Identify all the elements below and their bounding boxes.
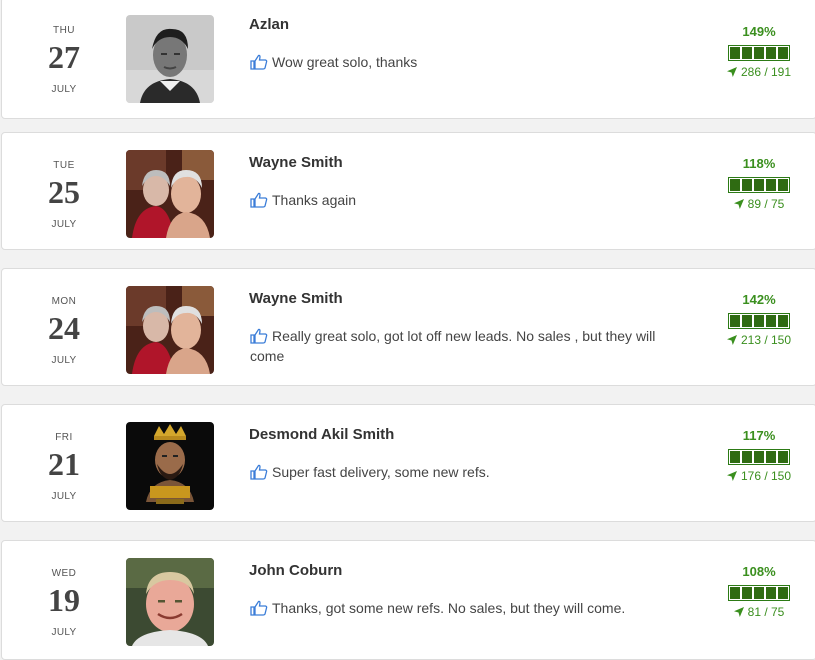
clicks-stat: 176 / 150 bbox=[724, 469, 794, 483]
comment: Super fast delivery, some new refs. bbox=[250, 462, 680, 482]
clicks-stat: 81 / 75 bbox=[724, 605, 794, 619]
day-of-week: FRI bbox=[55, 432, 73, 443]
day-number: 21 bbox=[48, 446, 80, 482]
rating-bar bbox=[728, 313, 790, 329]
comment-text: Really great solo, got lot off new leads… bbox=[250, 328, 656, 364]
date-block: WED 19 JULY bbox=[30, 541, 98, 638]
stats-block: 117% 176 / 150 bbox=[724, 428, 794, 483]
thumbs-up-icon bbox=[250, 600, 268, 616]
avatar[interactable] bbox=[126, 15, 214, 103]
month: JULY bbox=[51, 84, 77, 95]
month: JULY bbox=[51, 355, 77, 366]
day-number: 27 bbox=[48, 39, 80, 75]
stats-block: 149% 286 / 191 bbox=[724, 24, 794, 79]
comment: Really great solo, got lot off new leads… bbox=[250, 326, 680, 366]
date-block: MON 24 JULY bbox=[30, 269, 98, 366]
rating-bar bbox=[728, 177, 790, 193]
testimonial-card: TUE 25 JULY Wayne Smith Thanks again 118… bbox=[1, 132, 815, 250]
date-block: TUE 25 JULY bbox=[30, 133, 98, 230]
stats-block: 142% 213 / 150 bbox=[724, 292, 794, 347]
month: JULY bbox=[51, 219, 77, 230]
clicks-text: 176 / 150 bbox=[740, 469, 792, 483]
location-arrow-icon bbox=[726, 335, 737, 345]
testimonial-card: THU 27 JULY Azlan Wow great solo, thanks… bbox=[1, 0, 815, 119]
comment-text: Thanks again bbox=[272, 192, 357, 208]
month: JULY bbox=[51, 627, 77, 638]
comment: Thanks again bbox=[250, 190, 680, 210]
avatar[interactable] bbox=[126, 422, 214, 510]
avatar[interactable] bbox=[126, 286, 214, 374]
clicks-text: 213 / 150 bbox=[740, 333, 792, 347]
delivery-percent: 142% bbox=[742, 292, 776, 307]
clicks-stat: 286 / 191 bbox=[724, 65, 794, 79]
rating-bar bbox=[728, 449, 790, 465]
thumbs-up-icon bbox=[250, 464, 268, 480]
location-arrow-icon bbox=[726, 67, 737, 77]
date-block: THU 27 JULY bbox=[30, 0, 98, 95]
customer-name[interactable]: Desmond Akil Smith bbox=[249, 426, 394, 443]
thumbs-up-icon bbox=[250, 54, 268, 70]
month: JULY bbox=[51, 491, 77, 502]
comment-text: Thanks, got some new refs. No sales, but… bbox=[272, 600, 626, 616]
clicks-text: 286 / 191 bbox=[740, 65, 792, 79]
customer-name[interactable]: Wayne Smith bbox=[249, 154, 343, 171]
stats-block: 118% 89 / 75 bbox=[724, 156, 794, 211]
avatar[interactable] bbox=[126, 558, 214, 646]
day-of-week: TUE bbox=[53, 160, 75, 171]
comment: Thanks, got some new refs. No sales, but… bbox=[250, 598, 680, 618]
stats-block: 108% 81 / 75 bbox=[724, 564, 794, 619]
day-number: 25 bbox=[48, 174, 80, 210]
comment: Wow great solo, thanks bbox=[250, 52, 680, 72]
testimonial-card: WED 19 JULY John Coburn Thanks, got some… bbox=[1, 540, 815, 660]
date-block: FRI 21 JULY bbox=[30, 405, 98, 502]
day-number: 24 bbox=[48, 310, 80, 346]
rating-bar bbox=[728, 45, 790, 61]
rating-bar bbox=[728, 585, 790, 601]
delivery-percent: 149% bbox=[742, 24, 776, 39]
clicks-text: 89 / 75 bbox=[747, 197, 785, 211]
day-of-week: THU bbox=[52, 25, 76, 36]
clicks-stat: 213 / 150 bbox=[724, 333, 794, 347]
day-of-week: WED bbox=[51, 568, 77, 579]
day-of-week: MON bbox=[51, 296, 77, 307]
clicks-stat: 89 / 75 bbox=[724, 197, 794, 211]
location-arrow-icon bbox=[733, 607, 744, 617]
thumbs-up-icon bbox=[250, 328, 268, 344]
delivery-percent: 118% bbox=[742, 156, 776, 171]
customer-name[interactable]: John Coburn bbox=[249, 562, 342, 579]
clicks-text: 81 / 75 bbox=[747, 605, 785, 619]
delivery-percent: 117% bbox=[742, 428, 776, 443]
comment-text: Wow great solo, thanks bbox=[272, 54, 418, 70]
location-arrow-icon bbox=[733, 199, 744, 209]
delivery-percent: 108% bbox=[742, 564, 776, 579]
customer-name[interactable]: Wayne Smith bbox=[249, 290, 343, 307]
thumbs-up-icon bbox=[250, 192, 268, 208]
customer-name[interactable]: Azlan bbox=[249, 16, 289, 33]
location-arrow-icon bbox=[726, 471, 737, 481]
testimonial-card: FRI 21 JULY Desmond Akil Smith Super fas… bbox=[1, 404, 815, 522]
avatar[interactable] bbox=[126, 150, 214, 238]
testimonial-card: MON 24 JULY Wayne Smith Really great sol… bbox=[1, 268, 815, 386]
day-number: 19 bbox=[48, 582, 80, 618]
comment-text: Super fast delivery, some new refs. bbox=[272, 464, 490, 480]
